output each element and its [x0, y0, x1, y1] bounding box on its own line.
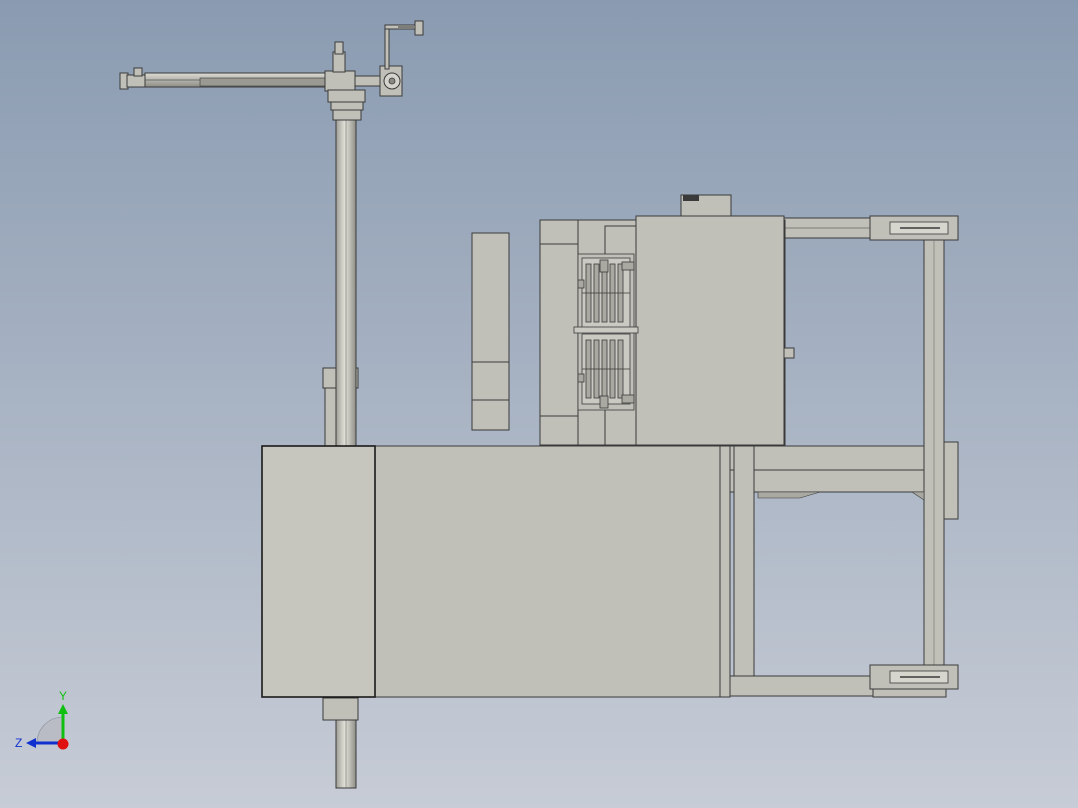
z-axis-label: Z	[15, 736, 22, 750]
die-insert-part	[577, 373, 585, 383]
separate-block[interactable]	[471, 232, 510, 431]
die-insert-part	[599, 259, 609, 273]
model-canvas[interactable]: Y Z	[0, 0, 1078, 808]
cad-viewport[interactable]: Y Z	[0, 0, 1078, 808]
die-insert-part	[599, 395, 609, 409]
die-insert	[573, 253, 639, 411]
die-insert-part	[621, 394, 635, 404]
die-insert-part	[577, 279, 585, 289]
machine-base[interactable]	[261, 445, 731, 698]
die-insert-part	[621, 261, 635, 271]
die-insert-part	[573, 326, 639, 334]
die-head[interactable]	[539, 194, 795, 446]
y-axis-label: Y	[59, 689, 67, 703]
x-axis-dot	[57, 738, 69, 750]
